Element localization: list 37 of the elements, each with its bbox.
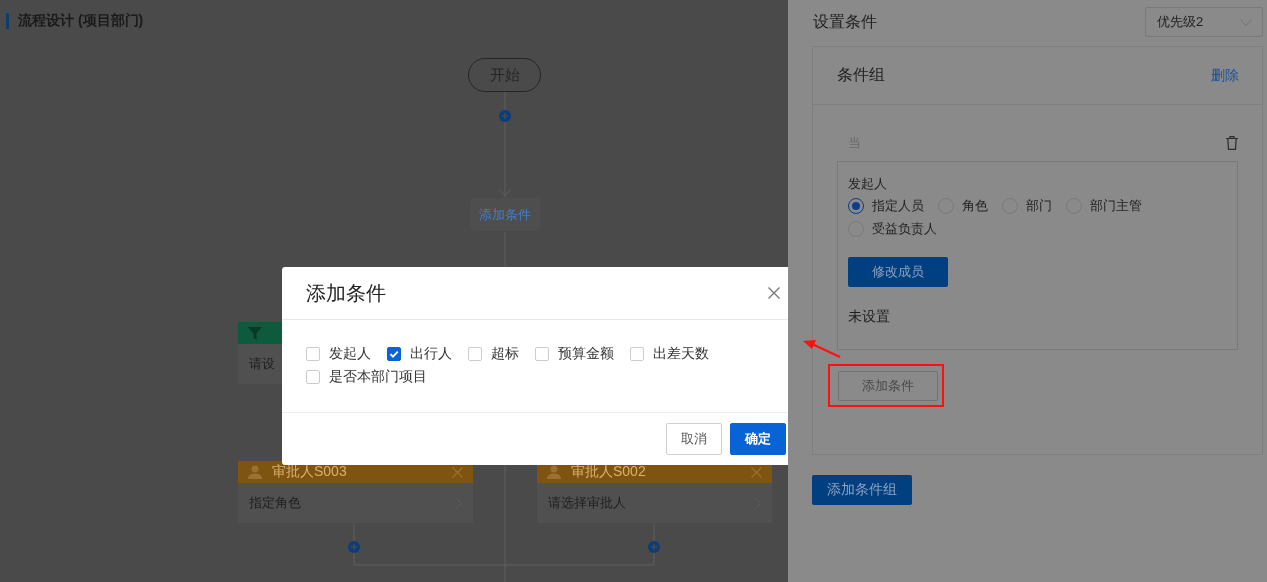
add-icon[interactable] bbox=[648, 541, 660, 553]
close-icon[interactable] bbox=[768, 287, 780, 299]
dialog-title: 添加条件 bbox=[306, 280, 386, 306]
chevron-down-icon bbox=[1240, 18, 1252, 26]
annotation-arrow bbox=[803, 340, 841, 358]
radio-label: 部门主管 bbox=[1090, 196, 1142, 215]
radio-label: 受益负责人 bbox=[872, 219, 937, 238]
confirm-button[interactable]: 确定 bbox=[730, 423, 786, 455]
checkbox-label: 超标 bbox=[491, 345, 519, 363]
checkbox-label: 出行人 bbox=[410, 345, 452, 363]
edit-members-button[interactable]: 修改成员 bbox=[848, 257, 948, 287]
radio-label: 部门 bbox=[1026, 196, 1052, 215]
radio-label: 指定人员 bbox=[872, 196, 924, 215]
delete-link[interactable]: 删除 bbox=[1211, 66, 1239, 85]
checkbox-label: 出差天数 bbox=[653, 345, 709, 363]
add-group-button[interactable]: 添加条件组 bbox=[812, 475, 912, 505]
priority-select[interactable]: 优先级2 bbox=[1145, 7, 1263, 37]
trash-icon[interactable] bbox=[1226, 136, 1238, 150]
checkbox-label: 发起人 bbox=[329, 345, 371, 363]
checkbox[interactable] bbox=[387, 347, 401, 361]
person-icon bbox=[248, 465, 262, 479]
checkbox-label: 是否本部门项目 bbox=[329, 368, 427, 386]
add-icon[interactable] bbox=[499, 110, 511, 122]
approver-title: 审批人S003 bbox=[272, 463, 348, 481]
add-condition-node[interactable]: 添加条件 bbox=[470, 198, 540, 231]
panel-title: 设置条件 bbox=[812, 11, 877, 32]
group-title: 条件组 bbox=[837, 65, 885, 85]
condition-value: 未设置 bbox=[848, 308, 891, 326]
person-icon bbox=[547, 465, 561, 479]
approver-title: 审批人S002 bbox=[571, 463, 647, 481]
condition-label: 发起人 bbox=[848, 175, 888, 193]
add-condition-button[interactable]: 添加条件 bbox=[838, 371, 938, 401]
radio-label: 角色 bbox=[962, 196, 988, 215]
funnel-icon bbox=[248, 326, 262, 340]
checkbox-label: 预算金额 bbox=[558, 345, 614, 363]
cancel-button[interactable]: 取消 bbox=[666, 423, 722, 455]
add-icon[interactable] bbox=[348, 541, 360, 553]
